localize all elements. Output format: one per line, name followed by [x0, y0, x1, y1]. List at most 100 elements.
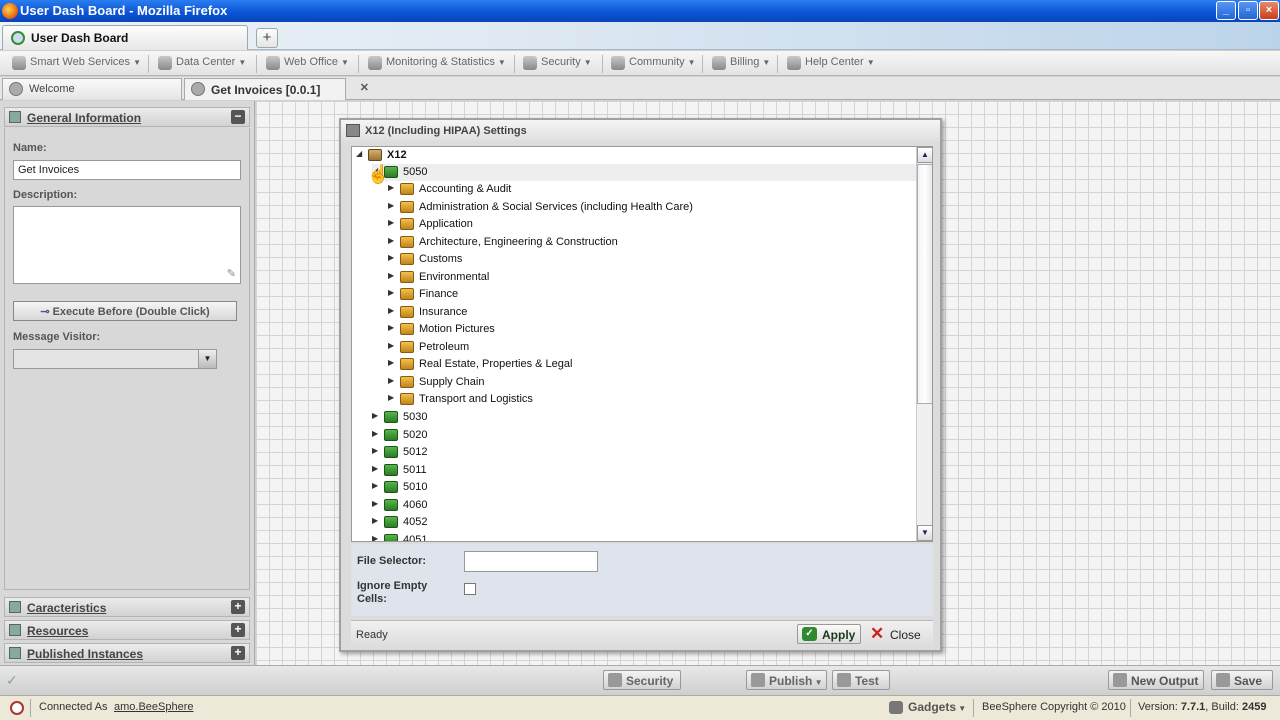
dialog-header[interactable]: X12 (Including HIPAA) Settings: [341, 120, 940, 142]
save-button[interactable]: Save: [1211, 670, 1273, 690]
execute-before-button[interactable]: ⊸ Execute Before (Double Click): [13, 301, 237, 321]
close-window-button[interactable]: ×: [1259, 1, 1279, 20]
chevron-down-icon[interactable]: ▼: [198, 350, 216, 368]
menu-web-office[interactable]: Web Office ▼: [266, 56, 349, 72]
tab-get-invoices[interactable]: Get Invoices [0.0.1] ✕: [184, 78, 369, 100]
tab-welcome[interactable]: Welcome: [2, 78, 182, 100]
security-button[interactable]: Security: [603, 670, 681, 690]
dropdown-arrow-icon: ▼: [238, 58, 247, 67]
tree-scrollbar[interactable]: ▲ ▼: [916, 147, 932, 541]
document-tabs: Welcome Get Invoices [0.0.1] ✕: [0, 77, 1280, 100]
test-button[interactable]: Test: [832, 670, 890, 690]
expand-arrow-icon[interactable]: ▶: [372, 446, 382, 455]
billing-icon: [712, 56, 726, 70]
expand-arrow-icon[interactable]: ▶: [372, 411, 382, 420]
expand-arrow-icon[interactable]: ▶: [388, 236, 398, 245]
menu-data-center[interactable]: Data Center ▼: [158, 56, 246, 72]
publish-icon: [751, 673, 765, 687]
expand-arrow-icon[interactable]: ▶: [388, 358, 398, 367]
tree-label: 5011: [403, 463, 427, 476]
tree-label: 4051: [403, 533, 428, 542]
file-selector-label: File Selector:: [357, 555, 427, 567]
power-icon[interactable]: [10, 701, 24, 715]
apply-button[interactable]: ✓ Apply: [797, 624, 861, 644]
box-icon: [400, 218, 414, 230]
expand-arrow-icon[interactable]: ▶: [388, 288, 398, 297]
book-icon: [384, 481, 398, 493]
community-icon: [611, 56, 625, 70]
hand-cursor-icon: ☝: [367, 164, 390, 184]
menu-smart-web-services[interactable]: Smart Web Services ▼: [12, 56, 141, 72]
tree-node-5050[interactable]: ◢ 5050: [372, 164, 916, 181]
service-icon: [191, 82, 205, 96]
expand-arrow-icon[interactable]: ▶: [388, 218, 398, 227]
menu-billing[interactable]: Billing ▼: [712, 56, 770, 72]
close-x-icon: ✕: [870, 624, 885, 643]
menu-label: Billing: [730, 56, 760, 68]
validate-check-icon[interactable]: ✓: [6, 672, 18, 689]
expand-arrow-icon[interactable]: ▶: [372, 464, 382, 473]
expand-icon[interactable]: +: [231, 646, 245, 660]
menu-separator: [514, 55, 515, 73]
expand-arrow-icon[interactable]: ▶: [388, 253, 398, 262]
expand-arrow-icon[interactable]: ▶: [388, 201, 398, 210]
scrollbar-thumb[interactable]: [917, 164, 932, 404]
minimize-button[interactable]: _: [1216, 1, 1236, 20]
description-textarea[interactable]: ✎: [13, 206, 241, 284]
name-input[interactable]: Get Invoices: [13, 160, 241, 180]
version-info: Version: 7.7.1, Build: 2459: [1138, 701, 1267, 713]
caracteristics-header[interactable]: Caracteristics +: [4, 597, 250, 617]
menu-security[interactable]: Security ▼: [523, 56, 592, 72]
tree-label: Environmental: [419, 270, 490, 283]
ignore-empty-cells-checkbox[interactable]: [464, 583, 476, 595]
expand-arrow-icon[interactable]: ▶: [372, 516, 382, 525]
button-label: Security: [626, 674, 674, 688]
maximize-button[interactable]: ▫: [1238, 1, 1258, 20]
apply-check-icon: ✓: [802, 627, 817, 641]
expand-arrow-icon[interactable]: ▶: [388, 376, 398, 385]
menu-monitoring-statistics[interactable]: Monitoring & Statistics ▼: [368, 56, 506, 72]
message-visitor-select[interactable]: ▼: [13, 349, 217, 369]
dropdown-arrow-icon: ▼: [583, 58, 592, 67]
menu-help-center[interactable]: Help Center ▼: [787, 56, 875, 72]
collapse-arrow-icon[interactable]: ◢: [356, 149, 366, 158]
expand-arrow-icon[interactable]: ▶: [388, 323, 398, 332]
expand-arrow-icon[interactable]: ▶: [372, 481, 382, 490]
expand-arrow-icon[interactable]: ▶: [372, 499, 382, 508]
new-tab-button[interactable]: +: [256, 28, 278, 48]
status-separator: [1130, 699, 1131, 717]
publish-button[interactable]: Publish ▼: [746, 670, 827, 690]
collapse-icon[interactable]: −: [231, 110, 245, 124]
file-selector-input[interactable]: [464, 551, 598, 572]
scroll-up-icon[interactable]: ▲: [917, 147, 932, 163]
tab-label: Welcome: [29, 83, 75, 95]
close-button[interactable]: ✕ Close: [865, 624, 927, 644]
browser-tab-user-dash-board[interactable]: User Dash Board: [2, 25, 248, 50]
expand-arrow-icon[interactable]: ▶: [388, 183, 398, 192]
expand-arrow-icon[interactable]: ▶: [388, 306, 398, 315]
scroll-down-icon[interactable]: ▼: [917, 525, 932, 541]
general-information-header[interactable]: General Information −: [4, 107, 250, 127]
expand-arrow-icon[interactable]: ▶: [372, 534, 382, 542]
expand-icon[interactable]: +: [231, 600, 245, 614]
x12-tree[interactable]: ◢ X12 ◢ 5050 ☝ ▶ Accounting & Audit ▶ Admin…: [351, 146, 933, 542]
resources-header[interactable]: Resources +: [4, 620, 250, 640]
expand-arrow-icon[interactable]: ▶: [372, 429, 382, 438]
new-output-button[interactable]: New Output: [1108, 670, 1204, 690]
window-title-bar: User Dash Board - Mozilla Firefox _ ▫ ×: [0, 0, 1280, 22]
expand-arrow-icon[interactable]: ▶: [388, 393, 398, 402]
close-tab-icon[interactable]: ✕: [360, 81, 369, 94]
expand-icon[interactable]: +: [231, 623, 245, 637]
box-icon: [400, 393, 414, 405]
connected-user-link[interactable]: amo.BeeSphere: [114, 701, 194, 713]
tree-label: Finance: [419, 288, 459, 300]
expand-arrow-icon[interactable]: ▶: [388, 341, 398, 350]
box-icon: [400, 270, 414, 283]
dialog-title: X12 (Including HIPAA) Settings: [365, 125, 527, 137]
expand-arrow-icon[interactable]: ▶: [388, 271, 398, 280]
published-instances-header[interactable]: Published Instances +: [4, 643, 250, 663]
gadgets-menu[interactable]: Gadgets ▼: [889, 700, 966, 714]
menu-community[interactable]: Community ▼: [611, 56, 696, 72]
resize-handle-icon[interactable]: ✎: [227, 267, 236, 280]
new-output-icon: [1113, 673, 1127, 687]
